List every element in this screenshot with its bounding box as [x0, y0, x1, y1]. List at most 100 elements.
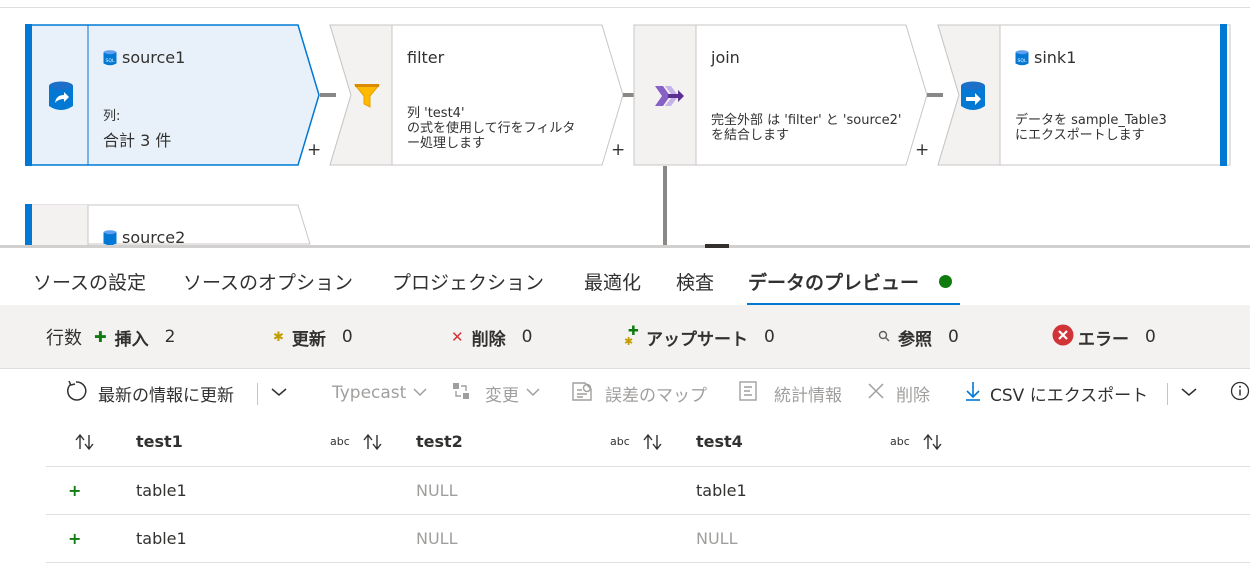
tab-data-preview[interactable]: データのプレビュー [748, 268, 919, 295]
export-csv-button[interactable]: CSV にエクスポート [964, 369, 1148, 417]
node-sink1-desc: データを sample_Table3 にエクスポートします [1015, 113, 1167, 143]
sink-db-icon [951, 74, 995, 118]
chevron-down-icon [1180, 383, 1198, 403]
delete-icon: ✕ [451, 328, 464, 346]
node-source2-title-text: source2 [122, 228, 186, 246]
node-source1[interactable]: SQL source1 列: 合計 3 件 [25, 24, 321, 166]
stat-delete-count: 0 [521, 327, 533, 347]
preview-table: test1 abc test2 abc test4 abc + table1 N… [46, 417, 1250, 563]
settings-tabs: ソースの設定 ソースのオプション プロジェクション 最適化 検査 データのプレビ… [0, 248, 1250, 305]
node-source2[interactable]: source2 [25, 204, 321, 246]
modify-icon [451, 381, 471, 406]
canvas-top-border [0, 7, 1250, 8]
chevron-down-icon [525, 383, 541, 403]
stat-rows: 行数 ✚ 挿入 2 [46, 305, 175, 369]
add-transform-button[interactable]: + [611, 140, 625, 160]
tab-source-settings[interactable]: ソースの設定 [33, 268, 146, 295]
sql-icon: SQL [103, 49, 117, 66]
tab-source-options[interactable]: ソースのオプション [183, 268, 353, 295]
svg-text:SQL: SQL [106, 58, 115, 64]
sort-icon[interactable] [362, 417, 384, 466]
tab-inspect[interactable]: 検査 [676, 268, 714, 295]
toolbar-divider [257, 383, 258, 405]
node-source1-title-text: source1 [122, 48, 186, 67]
sort-all-icon[interactable] [74, 417, 96, 466]
error-map-button[interactable]: 誤差のマップ [571, 369, 707, 417]
statistics-icon [738, 380, 760, 407]
cell-test1: table1 [136, 529, 187, 548]
node-join-title: join [711, 48, 740, 67]
svg-text:SQL: SQL [1018, 58, 1027, 64]
rows-label: 行数 [46, 328, 82, 349]
refresh-label: 最新の情報に更新 [98, 385, 234, 406]
type-label: abc [330, 435, 350, 448]
column-header-test1[interactable]: test1 [136, 417, 183, 466]
lookup-icon [878, 330, 890, 345]
statistics-button[interactable]: 統計情報 [738, 369, 842, 417]
tab-optimize[interactable]: 最適化 [584, 268, 641, 295]
info-button[interactable] [1230, 369, 1250, 417]
stat-upsert: ✚ ✱ アップサート 0 [624, 305, 775, 369]
statistics-label: 統計情報 [774, 385, 842, 406]
sql-icon: SQL [1015, 49, 1029, 66]
column-type-test4: abc [890, 417, 910, 466]
error-map-icon [571, 380, 595, 407]
toolbar-divider [1167, 383, 1168, 405]
insert-row-icon: + [68, 515, 81, 562]
column-type-test1: abc [330, 417, 350, 466]
column-header-test2[interactable]: test2 [416, 417, 463, 466]
chevron-down-icon [412, 383, 428, 403]
node-join-desc: 完全外部 は 'filter' と 'source2' を結合します [711, 113, 902, 143]
add-transform-button[interactable]: + [915, 140, 929, 160]
update-icon: ✱ [273, 329, 284, 345]
stat-delete: ✕ 削除 0 [451, 305, 532, 369]
column-header-test4[interactable]: test4 [696, 417, 743, 466]
stat-update-label: 更新 [291, 329, 326, 350]
data-flow-canvas[interactable]: SQL source1 列: 合計 3 件 + filter 列 'test4'… [0, 0, 1250, 246]
stat-delete-label: 削除 [471, 329, 506, 350]
add-transform-button[interactable]: + [307, 140, 321, 160]
table-header-row: test1 abc test2 abc test4 abc [46, 417, 1250, 467]
cell-test4: table1 [696, 481, 747, 500]
type-label: abc [610, 435, 630, 448]
typecast-label: Typecast [332, 383, 407, 403]
node-sink1-title: SQL sink1 [1015, 48, 1076, 67]
info-icon [1230, 381, 1250, 406]
modify-button[interactable]: 変更 [451, 369, 541, 417]
insert-row-icon: + [68, 467, 81, 514]
sort-icon[interactable] [922, 417, 944, 466]
node-source1-desc-label: 列: [103, 109, 121, 124]
stat-insert-label: 挿入 [114, 329, 149, 350]
cell-test2: NULL [416, 529, 458, 548]
node-filter-desc: 列 'test4' の式を使用して行をフィルタ ー処理します [407, 106, 576, 151]
refresh-dropdown-button[interactable] [270, 369, 288, 417]
table-row[interactable]: + table1 NULL NULL [46, 515, 1250, 563]
refresh-icon [64, 379, 88, 408]
node-source2-title: source2 [103, 228, 185, 246]
refresh-button[interactable]: 最新の情報に更新 [64, 369, 234, 417]
stat-update: ✱ 更新 0 [273, 305, 353, 369]
stat-lookup-label: 参照 [898, 329, 932, 350]
download-icon [964, 380, 982, 407]
export-dropdown-button[interactable] [1180, 369, 1198, 417]
error-map-label: 誤差のマップ [605, 385, 707, 406]
table-row[interactable]: + table1 NULL table1 [46, 467, 1250, 515]
stat-error: エラー 0 [1052, 305, 1156, 369]
node-source1-title: SQL source1 [103, 48, 185, 67]
node-filter[interactable]: filter 列 'test4' の式を使用して行をフィルタ ー処理します [329, 24, 625, 166]
cell-test4: NULL [696, 529, 738, 548]
remove-button[interactable]: 削除 [866, 369, 930, 417]
sort-icon[interactable] [642, 417, 664, 466]
modify-label: 変更 [485, 385, 519, 406]
tab-projection[interactable]: プロジェクション [392, 268, 544, 295]
source-db-icon [37, 74, 85, 118]
stat-update-count: 0 [341, 327, 353, 347]
column-type-test2: abc [610, 417, 630, 466]
status-dot-icon [939, 275, 952, 288]
node-sink1[interactable]: SQL sink1 データを sample_Table3 にエクスポートします [937, 24, 1231, 166]
upsert-icon: ✚ ✱ [624, 324, 639, 348]
node-filter-title: filter [407, 48, 445, 67]
node-join[interactable]: join 完全外部 は 'filter' と 'source2' を結合します [633, 24, 929, 166]
stat-upsert-label: アップサート [646, 329, 748, 350]
typecast-button[interactable]: Typecast [332, 369, 428, 417]
